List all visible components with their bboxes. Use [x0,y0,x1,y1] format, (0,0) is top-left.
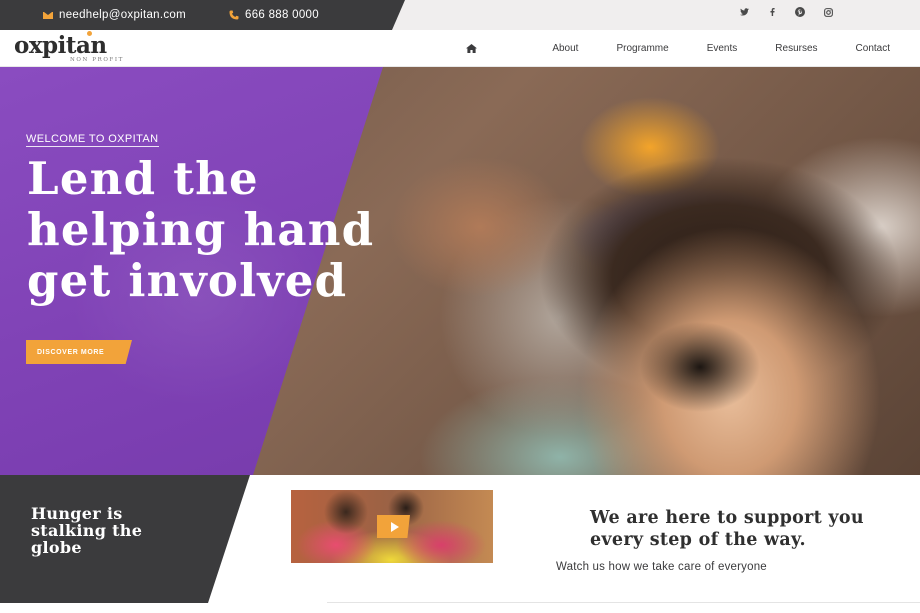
watch-caption: Watch us how we take care of everyone [556,561,767,573]
nav-item-about[interactable]: About [552,43,578,54]
logo[interactable]: oxpitan NON PROFIT [14,31,122,63]
email-text[interactable]: needhelp@oxpitan.com [59,9,186,21]
phone-icon [228,10,239,21]
social-links [730,0,842,24]
hero-headline: Lend the helping hand get involved [27,153,374,306]
nav-item-resurses[interactable]: Resurses [775,43,817,54]
nav-item-events[interactable]: Events [707,43,738,54]
discover-more-button[interactable]: DISCOVER MORE [26,340,132,364]
twitter-icon[interactable] [730,0,758,24]
logo-accent-dot [87,31,92,36]
logo-tagline: NON PROFIT [70,57,124,63]
support-heading-line-1: We are here to support you [590,508,864,528]
hero-banner: WELCOME TO OXPITAN Lend the helping hand… [0,67,920,475]
home-icon[interactable] [464,42,478,56]
instagram-icon[interactable] [814,0,842,24]
hero-headline-line-3: get involved [27,254,348,307]
hunger-heading-line-1: Hunger is [31,504,123,523]
play-icon [390,521,399,532]
facebook-icon[interactable] [758,0,786,24]
play-button[interactable] [377,515,410,538]
main-header: oxpitan NON PROFIT About Programme Event… [0,30,920,67]
video-thumbnail[interactable] [291,490,493,563]
hunger-heading-line-3: globe [31,538,82,557]
top-bar: needhelp@oxpitan.com 666 888 0000 [0,0,920,30]
logo-name: oxpitan [14,32,107,59]
phone-contact[interactable]: 666 888 0000 [228,0,319,30]
phone-text[interactable]: 666 888 0000 [245,9,319,21]
main-nav: About Programme Events Resurses Contact [464,30,890,67]
nav-item-programme[interactable]: Programme [616,43,668,54]
hunger-heading: Hunger is stalking the globe [31,505,142,556]
support-heading-line-2: every step of the way. [590,530,806,550]
pinterest-icon[interactable] [786,0,814,24]
support-heading: We are here to support you every step of… [590,507,864,551]
section-divider [327,602,920,603]
email-contact[interactable]: needhelp@oxpitan.com [42,0,186,30]
hero-headline-line-2: helping hand [27,203,375,256]
hero-headline-line-1: Lend the [27,152,259,205]
hunger-heading-line-2: stalking the [31,521,143,540]
nav-item-contact[interactable]: Contact [856,43,890,54]
envelope-icon [42,10,53,21]
hero-welcome-label: WELCOME TO OXPITAN [26,133,159,147]
